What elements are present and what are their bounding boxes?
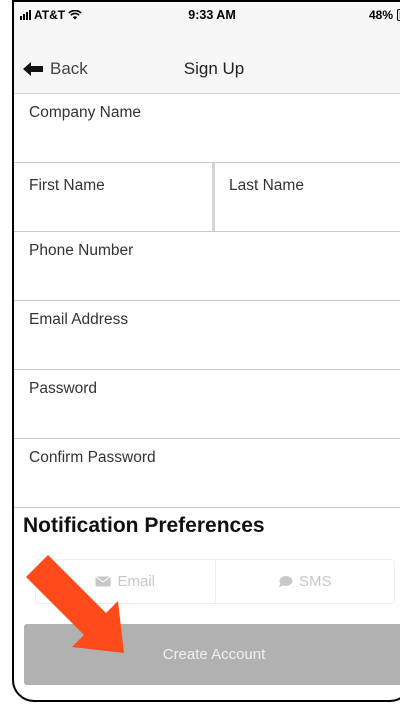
notification-toggle: Email SMS [35, 559, 395, 604]
page-title: Sign Up [183, 59, 245, 78]
phone-frame: AT&T 9:33 AM 48% Back Sign Up Company Na… [12, 0, 400, 702]
first-name-field[interactable]: First Name [14, 163, 212, 231]
email-option-label: Email [117, 573, 155, 590]
email-address-placeholder: Email Address [29, 311, 129, 328]
sms-option-label: SMS [298, 573, 332, 590]
battery-percent: 48% [369, 8, 394, 22]
confirm-password-field[interactable]: Confirm Password [14, 439, 400, 508]
signup-form: Company Name First Name Last Name Phone … [14, 94, 400, 508]
email-option[interactable]: Email [36, 560, 215, 603]
last-name-placeholder: Last Name [228, 177, 304, 194]
status-right: 48% [369, 8, 400, 22]
confirm-password-placeholder: Confirm Password [29, 449, 156, 466]
status-time: 9:33 AM [188, 8, 236, 22]
create-account-button[interactable]: Create Account [24, 624, 400, 685]
email-address-field[interactable]: Email Address [14, 301, 400, 370]
chat-bubble-icon [278, 576, 293, 588]
status-bar: AT&T 9:33 AM 48% [14, 2, 400, 28]
password-field[interactable]: Password [14, 370, 400, 439]
name-row: First Name Last Name [14, 163, 400, 232]
password-placeholder: Password [29, 380, 98, 397]
company-name-placeholder: Company Name [29, 104, 141, 121]
first-name-placeholder: First Name [29, 177, 105, 194]
envelope-icon [95, 576, 112, 587]
phone-number-field[interactable]: Phone Number [14, 232, 400, 301]
last-name-field[interactable]: Last Name [211, 163, 400, 231]
navigation-bar: Back Sign Up [14, 28, 400, 94]
phone-number-placeholder: Phone Number [29, 242, 134, 259]
notification-preferences-heading: Notification Preferences [23, 514, 265, 537]
create-account-label: Create Account [162, 646, 266, 663]
company-name-field[interactable]: Company Name [14, 94, 400, 163]
sms-option[interactable]: SMS [214, 560, 395, 603]
